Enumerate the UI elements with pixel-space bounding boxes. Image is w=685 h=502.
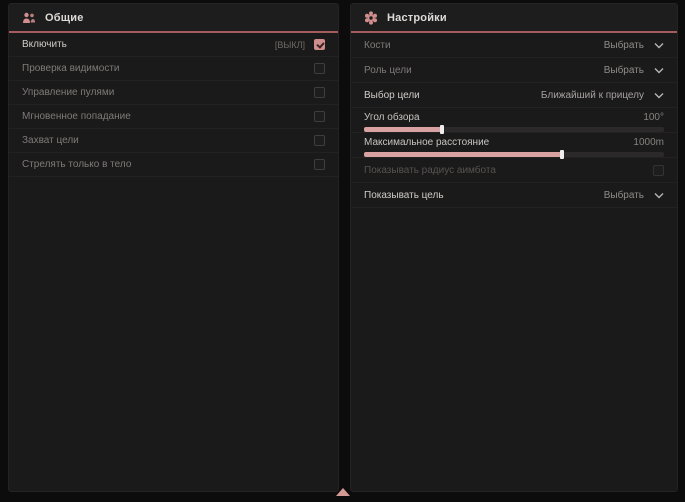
bullet-control-checkbox[interactable] [314, 87, 325, 98]
target-role-dropdown-value: Выбрать [604, 65, 644, 76]
row-enable: Включить [ВЫКЛ] [9, 33, 338, 57]
show-target-label: Показывать цель [364, 190, 444, 201]
chevron-down-icon [654, 67, 664, 74]
chevron-down-icon [654, 192, 664, 199]
row-target-lock: Захват цели [9, 129, 338, 153]
row-max-distance: Максимальное расстояние 1000m [351, 133, 677, 158]
expand-menu-arrow-icon[interactable] [336, 488, 350, 496]
fov-value: 100° [643, 112, 664, 123]
instant-hit-label: Мгновенное попадание [22, 111, 131, 122]
row-show-radius: Показывать радиус аимбота [351, 158, 677, 183]
users-icon [22, 12, 36, 24]
max-distance-slider[interactable] [364, 152, 664, 157]
body-only-label: Стрелять только в тело [22, 159, 131, 170]
bones-label: Кости [364, 40, 391, 51]
row-show-target: Показывать цель Выбрать [351, 183, 677, 208]
target-selection-dropdown-value: Ближайший к прицелу [541, 90, 644, 101]
target-lock-label: Захват цели [22, 135, 79, 146]
instant-hit-checkbox[interactable] [314, 111, 325, 122]
general-panel-title: Общие [45, 12, 84, 24]
max-distance-value: 1000m [633, 137, 664, 148]
max-distance-slider-fill [364, 152, 562, 157]
settings-panel-title: Настройки [387, 12, 447, 24]
enable-hotkey[interactable]: [ВЫКЛ] [275, 40, 305, 50]
visibility-check-label: Проверка видимости [22, 63, 120, 74]
enable-label: Включить [22, 39, 67, 50]
fov-slider[interactable] [364, 127, 664, 132]
target-lock-checkbox[interactable] [314, 135, 325, 146]
visibility-check-checkbox[interactable] [314, 63, 325, 74]
row-target-selection: Выбор цели Ближайший к прицелу [351, 83, 677, 108]
bullet-control-label: Управление пулями [22, 87, 114, 98]
show-radius-checkbox[interactable] [653, 165, 664, 176]
fov-label: Угол обзора [364, 112, 420, 123]
show-target-dropdown[interactable]: Выбрать [604, 190, 664, 201]
row-instant-hit: Мгновенное попадание [9, 105, 338, 129]
settings-panel: Настройки Кости Выбрать Роль цели Выбрат… [350, 3, 678, 492]
target-selection-label: Выбор цели [364, 90, 420, 101]
target-role-label: Роль цели [364, 65, 412, 76]
fov-slider-fill [364, 127, 442, 132]
row-visibility-check: Проверка видимости [9, 57, 338, 81]
max-distance-slider-knob[interactable] [560, 150, 564, 159]
settings-panel-header: Настройки [351, 4, 677, 33]
bones-dropdown[interactable]: Выбрать [604, 40, 664, 51]
general-panel-header: Общие [9, 4, 338, 33]
chevron-down-icon [654, 42, 664, 49]
chevron-down-icon [654, 92, 664, 99]
body-only-checkbox[interactable] [314, 159, 325, 170]
bones-dropdown-value: Выбрать [604, 40, 644, 51]
enable-checkbox[interactable] [314, 39, 325, 50]
max-distance-label: Максимальное расстояние [364, 137, 489, 148]
show-target-dropdown-value: Выбрать [604, 190, 644, 201]
target-role-dropdown[interactable]: Выбрать [604, 65, 664, 76]
show-radius-label: Показывать радиус аимбота [364, 165, 496, 176]
row-fov: Угол обзора 100° [351, 108, 677, 133]
fov-slider-knob[interactable] [440, 125, 444, 134]
row-target-role: Роль цели Выбрать [351, 58, 677, 83]
row-body-only: Стрелять только в тело [9, 153, 338, 177]
target-selection-dropdown[interactable]: Ближайший к прицелу [541, 90, 664, 101]
general-panel: Общие Включить [ВЫКЛ] Проверка видимости… [8, 3, 339, 492]
row-bones: Кости Выбрать [351, 33, 677, 58]
gear-icon [364, 11, 378, 25]
row-bullet-control: Управление пулями [9, 81, 338, 105]
